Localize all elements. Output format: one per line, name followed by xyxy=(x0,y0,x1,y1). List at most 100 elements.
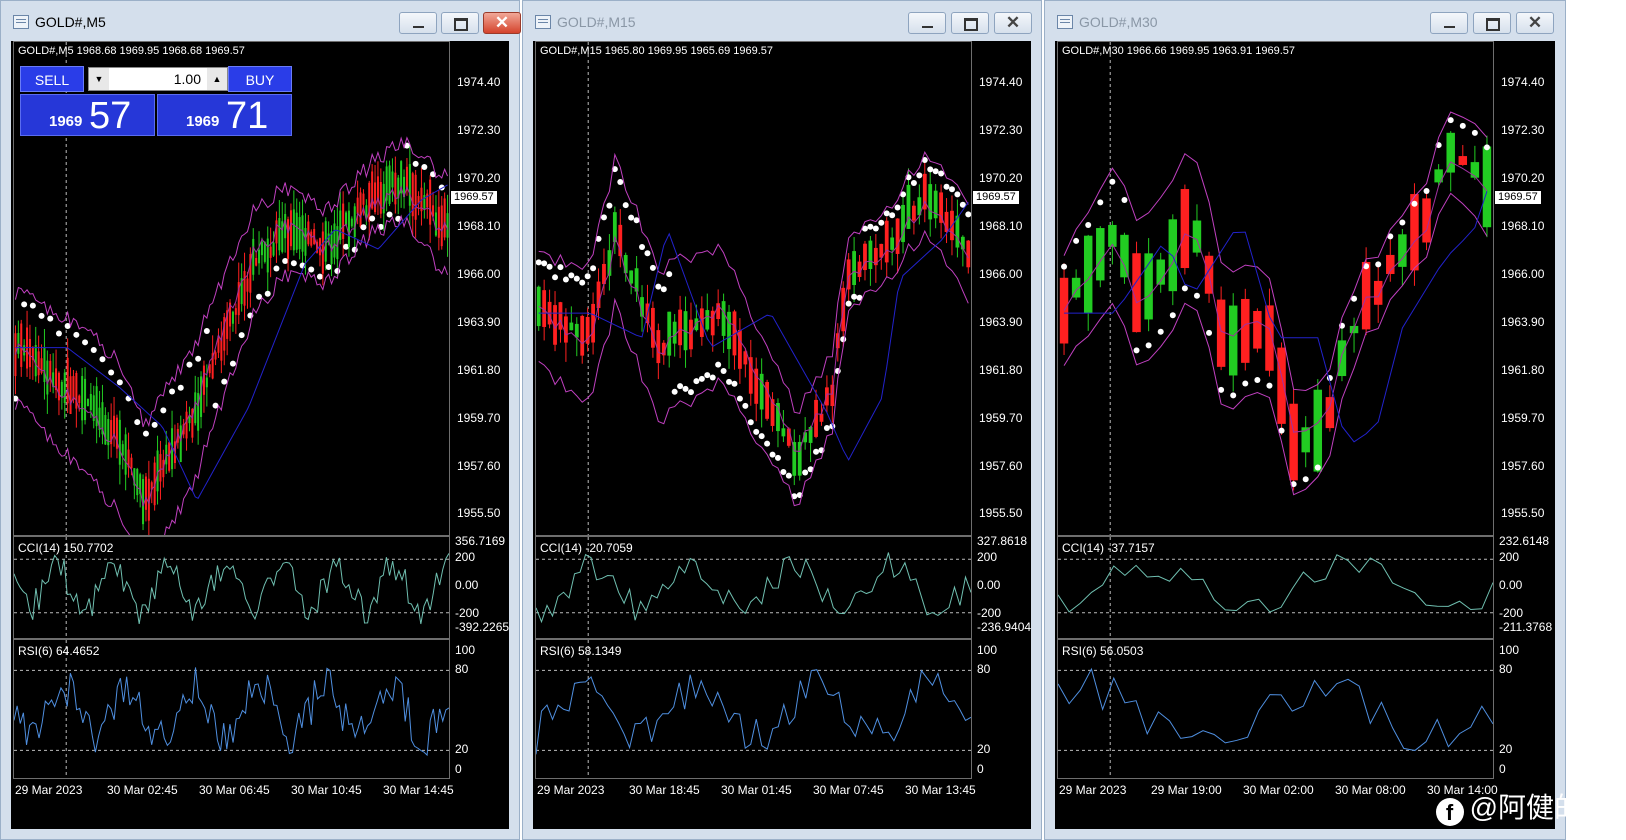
candle-body xyxy=(1373,280,1383,305)
candle-body xyxy=(759,373,764,410)
sar-dot xyxy=(552,274,559,281)
cci-pane[interactable]: CCI(14) 150.7702 xyxy=(13,536,450,639)
time-tick-label: 30 Mar 06:45 xyxy=(199,783,270,797)
price-tick-label: 1963.90 xyxy=(979,314,1023,329)
sar-dot xyxy=(948,186,955,193)
lot-decrease-icon[interactable]: ▼ xyxy=(89,68,109,90)
candle-body xyxy=(408,164,411,206)
sar-dot xyxy=(600,214,607,221)
candle-body xyxy=(168,442,171,471)
candle-body xyxy=(63,372,66,404)
sell-price-button[interactable]: 1969 57 xyxy=(20,94,155,137)
cci-pane[interactable]: CCI(14) -37.7157 xyxy=(1057,536,1494,639)
buy-price-small: 1969 xyxy=(186,113,220,130)
candle-body xyxy=(69,376,72,414)
sar-dot xyxy=(644,250,651,257)
chart-window-m5[interactable]: GOLD#,M5 ✕ GOLD#,M5 1968.68 1969.95 1968… xyxy=(0,0,521,840)
candle-body xyxy=(34,345,37,377)
titlebar[interactable]: GOLD#,M5 ✕ xyxy=(1,1,521,41)
bollinger-lower-line xyxy=(14,214,449,535)
one-click-trading-panel[interactable]: SELL ▼ 1.00 ▲ BUY 1969 57 1969 71 xyxy=(20,66,292,137)
sar-dot xyxy=(142,430,149,437)
price-tick-label: 1972.30 xyxy=(979,123,1023,137)
minimize-button[interactable] xyxy=(1430,12,1468,34)
current-price-tag: 1969.57 xyxy=(451,191,497,204)
rsi-tick-label: 20 xyxy=(455,742,469,756)
chart-window-m15[interactable]: GOLD#,M15 ✕ GOLD#,M15 1965.80 1969.95 19… xyxy=(522,0,1042,840)
sar-dot xyxy=(334,268,341,275)
cci-pane[interactable]: CCI(14) -20.7059 xyxy=(535,536,972,639)
candle-body xyxy=(574,323,579,338)
sar-dot xyxy=(541,260,548,267)
close-button[interactable]: ✕ xyxy=(1516,12,1554,34)
sar-dot xyxy=(715,361,722,368)
sar-dot xyxy=(813,448,820,455)
titlebar[interactable]: GOLD#,M30 ✕ xyxy=(1045,1,1565,41)
sar-dot xyxy=(1085,222,1092,229)
chart-area[interactable]: GOLD#,M30 1966.66 1969.95 1963.91 1969.5… xyxy=(1055,41,1555,829)
lot-size-field[interactable]: ▼ 1.00 ▲ xyxy=(88,67,228,91)
titlebar[interactable]: GOLD#,M15 ✕ xyxy=(523,1,1041,41)
sar-dot xyxy=(682,385,689,392)
rsi-pane[interactable]: RSI(6) 58.1349 xyxy=(535,639,972,779)
candle-body xyxy=(1470,162,1480,178)
chart-area[interactable]: GOLD#,M5 1968.68 1969.95 1968.68 1969.57… xyxy=(11,41,509,829)
candle-body xyxy=(258,249,261,264)
rsi-pane[interactable]: RSI(6) 56.0503 xyxy=(1057,639,1494,779)
sar-dot xyxy=(169,388,176,395)
sar-dot xyxy=(47,315,54,322)
candle-body xyxy=(57,372,60,401)
rsi-line xyxy=(536,669,971,755)
candle-body xyxy=(694,318,699,331)
time-axis: 29 Mar 2023 29 Mar 19:00 30 Mar 02:00 30 Ma… xyxy=(1057,779,1498,811)
candle-body xyxy=(623,255,628,274)
chart-header: GOLD#,M5 1968.68 1969.95 1968.68 1969.57 xyxy=(18,45,245,57)
sar-dot xyxy=(1121,196,1128,203)
candle-body xyxy=(1458,156,1468,165)
sar-dot xyxy=(764,440,771,447)
candle-body xyxy=(220,338,223,361)
buy-button[interactable]: BUY xyxy=(228,66,292,92)
cci-axis: 327.8618 200 0.00 -200 -236.9404 xyxy=(973,534,1033,639)
candle-body xyxy=(569,322,574,331)
sar-dot xyxy=(1254,376,1261,383)
price-tick-label: 1972.30 xyxy=(1501,123,1545,137)
candle-body xyxy=(295,212,298,250)
maximize-button[interactable] xyxy=(441,12,479,34)
cci-axis: 356.7169 200 0.00 -200 -392.2265 xyxy=(451,534,511,639)
sar-dot xyxy=(308,266,315,273)
candle-body xyxy=(391,171,394,188)
minimize-button[interactable] xyxy=(908,12,946,34)
price-tick-label: 1959.70 xyxy=(979,410,1023,425)
candle-body xyxy=(185,411,188,439)
price-tick-label: 1974.40 xyxy=(1501,75,1545,90)
close-button[interactable]: ✕ xyxy=(994,12,1032,34)
candle-body xyxy=(379,182,382,214)
lot-increase-icon[interactable]: ▲ xyxy=(207,68,227,90)
sar-dot xyxy=(1230,392,1237,399)
price-tick-label: 1970.20 xyxy=(1501,170,1545,185)
chart-header: GOLD#,M30 1966.66 1969.95 1963.91 1969.5… xyxy=(1062,45,1296,57)
rsi-pane[interactable]: RSI(6) 64.4652 xyxy=(13,639,450,779)
main-price-pane[interactable]: GOLD#,M5 1968.68 1969.95 1968.68 1969.57… xyxy=(13,41,450,536)
sell-button[interactable]: SELL xyxy=(20,66,84,92)
chart-area[interactable]: GOLD#,M15 1965.80 1969.95 1965.69 1969.5… xyxy=(533,41,1031,829)
main-price-pane[interactable]: GOLD#,M30 1966.66 1969.95 1963.91 1969.5… xyxy=(1057,41,1494,536)
sar-dot xyxy=(1206,329,1213,336)
main-price-pane[interactable]: GOLD#,M15 1965.80 1969.95 1965.69 1969.5… xyxy=(535,41,972,536)
sar-dot xyxy=(1266,382,1273,389)
candle-body xyxy=(423,195,426,209)
moving-average-line xyxy=(15,184,448,499)
candle-body xyxy=(197,393,200,431)
sar-dot xyxy=(1061,263,1068,270)
maximize-button[interactable] xyxy=(951,12,989,34)
minimize-button[interactable] xyxy=(399,12,437,34)
cci-label: CCI(14) -37.7157 xyxy=(1062,541,1155,555)
rsi-tick-label: 20 xyxy=(977,742,991,756)
chart-window-m30[interactable]: GOLD#,M30 ✕ GOLD#,M30 1966.66 1969.95 19… xyxy=(1044,0,1566,840)
price-tick-label: 1959.70 xyxy=(457,410,501,425)
close-button[interactable]: ✕ xyxy=(483,12,521,34)
rsi-tick-label: 20 xyxy=(1499,742,1513,756)
maximize-button[interactable] xyxy=(1473,12,1511,34)
buy-price-button[interactable]: 1969 71 xyxy=(157,94,292,137)
